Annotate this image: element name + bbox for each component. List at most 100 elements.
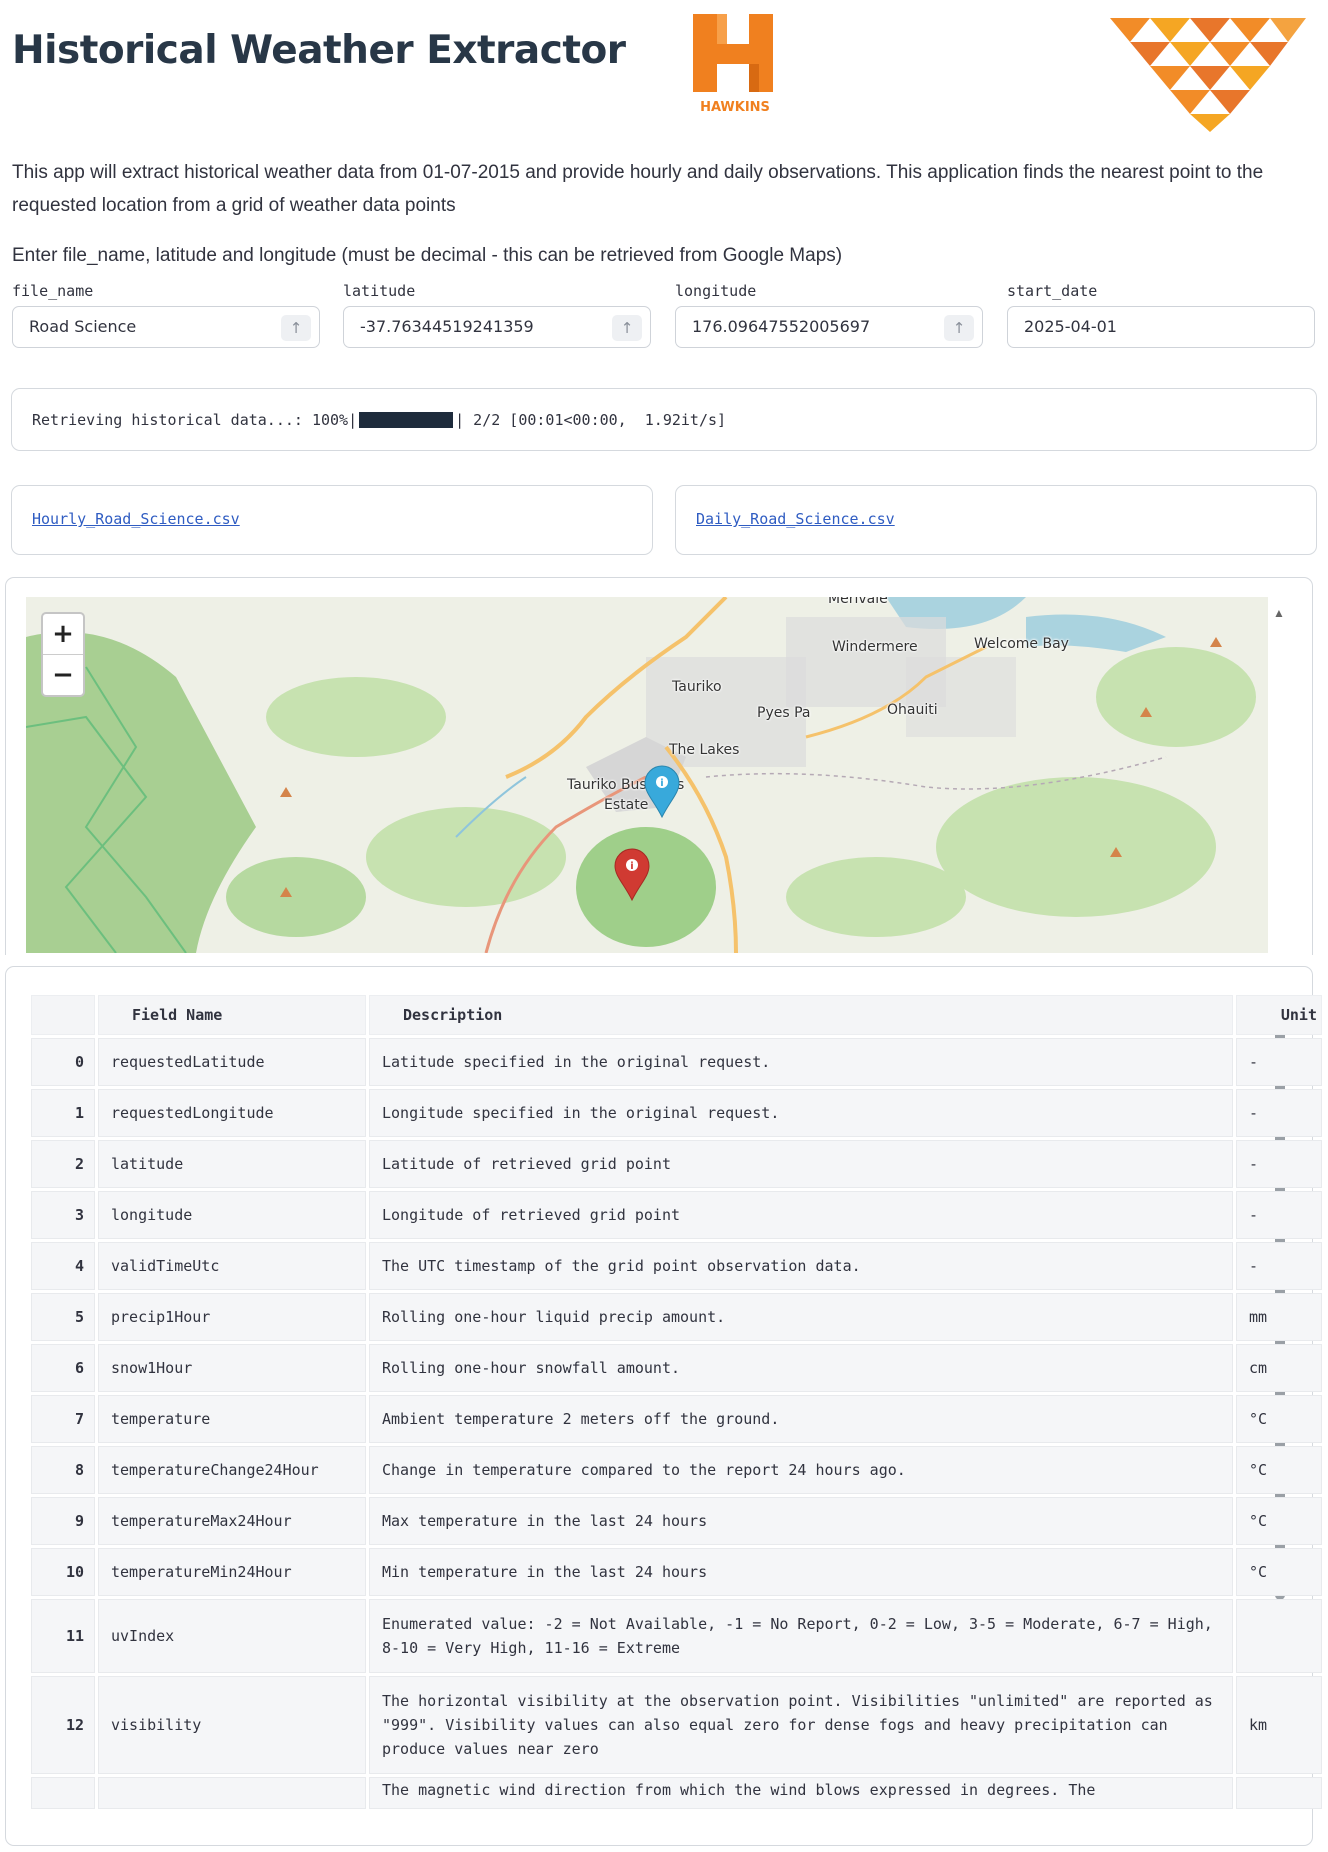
row-index[interactable]: 9 [31, 1497, 95, 1545]
unit-cell[interactable]: cm [1236, 1344, 1322, 1392]
unit-cell[interactable]: °C [1236, 1497, 1322, 1545]
arrow-up-icon[interactable]: ↑ [612, 315, 642, 341]
map-label: Windermere [832, 639, 918, 655]
field-name-cell[interactable] [98, 1777, 366, 1809]
table-row[interactable]: 4 validTimeUtc The UTC timestamp of the gr… [31, 1242, 1322, 1290]
description-cell[interactable]: Longitude specified in the original requ… [369, 1089, 1233, 1137]
description-cell[interactable]: Rolling one-hour liquid precip amount. [369, 1293, 1233, 1341]
field-name-cell[interactable]: validTimeUtc [98, 1242, 366, 1290]
table-row[interactable]: 10 temperatureMin24Hour Min temperature in… [31, 1548, 1322, 1596]
scroll-up-icon[interactable]: ▲ [1273, 606, 1285, 620]
description-cell[interactable]: Min temperature in the last 24 hours [369, 1548, 1233, 1596]
unit-cell[interactable]: - [1236, 1089, 1322, 1137]
field-name-cell[interactable]: requestedLatitude [98, 1038, 366, 1086]
map-view[interactable]: + − Merivale Windermere Welcome Bay Taur… [26, 597, 1268, 953]
zoom-out-button[interactable]: − [43, 655, 83, 695]
longitude-field[interactable]: ↑ [675, 306, 983, 348]
description-cell[interactable]: Ambient temperature 2 meters off the gro… [369, 1395, 1233, 1443]
unit-cell[interactable]: - [1236, 1038, 1322, 1086]
table-row[interactable]: 3 longitude Longitude of retrieved grid po… [31, 1191, 1322, 1239]
description-cell[interactable]: The horizontal visibility at the observa… [369, 1676, 1233, 1774]
unit-cell[interactable] [1236, 1777, 1322, 1809]
description-cell[interactable]: The magnetic wind direction from which t… [369, 1777, 1233, 1809]
field-name-cell[interactable]: precip1Hour [98, 1293, 366, 1341]
unit-cell[interactable]: °C [1236, 1395, 1322, 1443]
header-index[interactable] [31, 995, 95, 1035]
unit-cell[interactable]: km [1236, 1676, 1322, 1774]
start-date-input[interactable] [1024, 317, 1254, 336]
header-unit[interactable]: Unit [1236, 995, 1322, 1035]
table-row[interactable]: 5 precip1Hour Rolling one-hour liquid prec… [31, 1293, 1322, 1341]
daily-csv-link[interactable]: Daily_Road_Science.csv [696, 510, 895, 528]
progress-status: Retrieving historical data...: 100%| | 2/… [32, 411, 726, 429]
row-index[interactable]: 8 [31, 1446, 95, 1494]
field-name-cell[interactable]: uvIndex [98, 1599, 366, 1673]
description-cell[interactable]: Rolling one-hour snowfall amount. [369, 1344, 1233, 1392]
table-row[interactable]: 11 uvIndex Enumerated value: -2 = Not Avai… [31, 1599, 1322, 1673]
description-cell[interactable]: Change in temperature compared to the re… [369, 1446, 1233, 1494]
row-index[interactable]: 0 [31, 1038, 95, 1086]
blue-location-marker[interactable]: i [642, 763, 682, 819]
field-name-cell[interactable]: temperatureMax24Hour [98, 1497, 366, 1545]
row-index[interactable] [31, 1777, 95, 1809]
arrow-up-icon[interactable]: ↑ [944, 315, 974, 341]
description-cell[interactable]: Max temperature in the last 24 hours [369, 1497, 1233, 1545]
file-name-field[interactable]: ↑ [12, 306, 320, 348]
red-location-marker[interactable]: i [612, 846, 652, 902]
table-row[interactable]: 1 requestedLongitude Longitude specified i… [31, 1089, 1322, 1137]
file-name-label: file_name [12, 282, 94, 300]
row-index[interactable]: 2 [31, 1140, 95, 1188]
unit-cell[interactable] [1236, 1599, 1322, 1673]
description-cell[interactable]: Latitude specified in the original reque… [369, 1038, 1233, 1086]
field-name-cell[interactable]: temperature [98, 1395, 366, 1443]
field-name-cell[interactable]: latitude [98, 1140, 366, 1188]
row-index[interactable]: 6 [31, 1344, 95, 1392]
field-name-cell[interactable]: snow1Hour [98, 1344, 366, 1392]
table-row[interactable]: 7 temperature Ambient temperature 2 meters… [31, 1395, 1322, 1443]
table-row[interactable]: 6 snow1Hour Rolling one-hour snowfall amou… [31, 1344, 1322, 1392]
row-index[interactable]: 10 [31, 1548, 95, 1596]
header-description[interactable]: Description [369, 995, 1233, 1035]
row-index[interactable]: 7 [31, 1395, 95, 1443]
row-index[interactable]: 4 [31, 1242, 95, 1290]
field-name-cell[interactable]: temperatureChange24Hour [98, 1446, 366, 1494]
row-index[interactable]: 12 [31, 1676, 95, 1774]
arrow-up-icon[interactable]: ↑ [281, 315, 311, 341]
description-cell[interactable]: Enumerated value: -2 = Not Available, -1… [369, 1599, 1233, 1673]
hourly-csv-link[interactable]: Hourly_Road_Science.csv [32, 510, 240, 528]
longitude-input[interactable] [692, 317, 922, 336]
header-field-name[interactable]: Field Name [98, 995, 366, 1035]
zoom-in-button[interactable]: + [43, 614, 83, 655]
field-name-cell[interactable]: longitude [98, 1191, 366, 1239]
field-name-cell[interactable]: requestedLongitude [98, 1089, 366, 1137]
latitude-input[interactable] [360, 317, 590, 336]
daily-download-panel: Daily_Road_Science.csv [675, 485, 1317, 555]
table-row[interactable]: 12 visibility The horizontal visibility at… [31, 1676, 1322, 1774]
description-cell[interactable]: The UTC timestamp of the grid point obse… [369, 1242, 1233, 1290]
description-cell[interactable]: Latitude of retrieved grid point [369, 1140, 1233, 1188]
table-row[interactable]: 2 latitude Latitude of retrieved grid poin… [31, 1140, 1322, 1188]
unit-cell[interactable]: - [1236, 1140, 1322, 1188]
unit-cell[interactable]: - [1236, 1242, 1322, 1290]
unit-cell[interactable]: °C [1236, 1548, 1322, 1596]
latitude-field[interactable]: ↑ [343, 306, 651, 348]
table-row[interactable]: 9 temperatureMax24Hour Max temperature in … [31, 1497, 1322, 1545]
field-name-cell[interactable]: temperatureMin24Hour [98, 1548, 366, 1596]
description-cell[interactable]: Longitude of retrieved grid point [369, 1191, 1233, 1239]
start-date-field[interactable] [1007, 306, 1315, 348]
hawkins-logo-text: HAWKINS [700, 100, 770, 115]
row-index[interactable]: 5 [31, 1293, 95, 1341]
unit-cell[interactable]: - [1236, 1191, 1322, 1239]
row-index[interactable]: 3 [31, 1191, 95, 1239]
file-name-input[interactable] [29, 317, 259, 336]
map-label: The Lakes [669, 742, 740, 758]
table-row[interactable]: The magnetic wind direction from which t… [31, 1777, 1322, 1809]
row-index[interactable]: 1 [31, 1089, 95, 1137]
field-name-cell[interactable]: visibility [98, 1676, 366, 1774]
row-index[interactable]: 11 [31, 1599, 95, 1673]
map-label: Merivale [828, 597, 888, 607]
table-row[interactable]: 0 requestedLatitude Latitude specified in … [31, 1038, 1322, 1086]
table-row[interactable]: 8 temperatureChange24Hour Change in temper… [31, 1446, 1322, 1494]
unit-cell[interactable]: mm [1236, 1293, 1322, 1341]
unit-cell[interactable]: °C [1236, 1446, 1322, 1494]
